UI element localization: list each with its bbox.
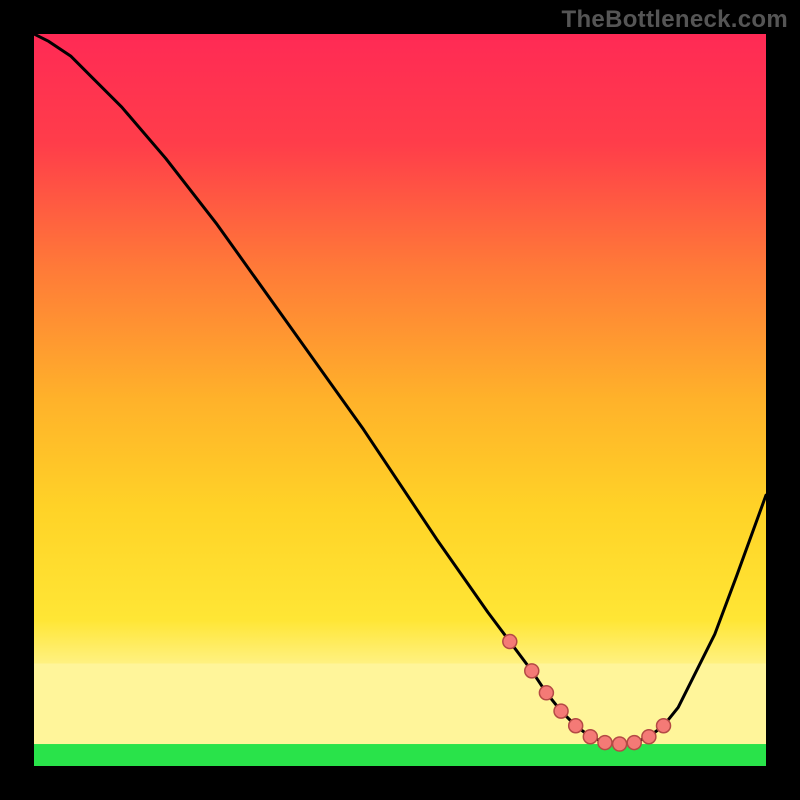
- chart-plot: [34, 34, 766, 766]
- chart-frame: TheBottleneck.com: [0, 0, 800, 800]
- watermark-text: TheBottleneck.com: [562, 6, 788, 34]
